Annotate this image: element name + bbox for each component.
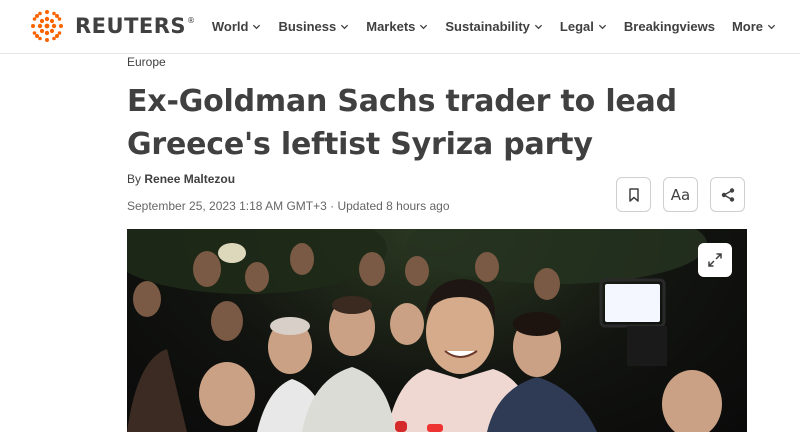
byline: By Renee Maltezou: [127, 172, 235, 186]
nav-item-world[interactable]: World: [212, 19, 262, 34]
nav-item-legal[interactable]: Legal: [560, 19, 607, 34]
chevron-down-icon: [341, 24, 349, 30]
author-link[interactable]: Renee Maltezou: [144, 172, 235, 186]
nav-label: Business: [278, 19, 337, 34]
bookmark-button[interactable]: [616, 177, 651, 212]
text-size-button[interactable]: Aa: [663, 177, 698, 212]
nav-label: Legal: [559, 19, 594, 34]
chevron-down-icon: [420, 24, 428, 30]
nav-label: Breakingviews: [623, 19, 715, 34]
nav-label: World: [211, 19, 249, 34]
main-nav: World Business Markets Sustainability Le…: [195, 0, 776, 53]
reuters-logo-mark: [31, 10, 63, 42]
expand-image-button[interactable]: [698, 243, 732, 277]
reuters-logo[interactable]: REUTERS®: [27, 6, 196, 46]
article-headline: Ex-Goldman Sachs trader to lead Greece's…: [127, 84, 677, 162]
section-link-europe[interactable]: Europe: [127, 55, 166, 69]
nav-label: Sustainability: [445, 19, 530, 34]
crowd-photo: [127, 229, 722, 432]
share-button[interactable]: [710, 177, 745, 212]
byline-prefix: By: [127, 172, 142, 186]
nav-label: Markets: [366, 19, 416, 34]
text-size-label: Aa: [670, 185, 691, 204]
nav-item-markets[interactable]: Markets: [366, 19, 428, 34]
share-icon: [721, 187, 734, 202]
nav-item-more[interactable]: More: [732, 19, 776, 34]
chevron-down-icon: [598, 24, 606, 30]
chevron-down-icon: [253, 24, 261, 30]
article-dateline: September 25, 2023 1:18 AM GMT+3 · Updat…: [127, 199, 450, 213]
nav-item-breakingviews[interactable]: Breakingviews: [624, 19, 715, 34]
nav-item-sustainability[interactable]: Sustainability: [445, 19, 543, 34]
nav-item-business[interactable]: Business: [278, 19, 349, 34]
reuters-wordmark: REUTERS®: [75, 14, 196, 38]
bookmark-icon: [628, 187, 639, 202]
site-header: REUTERS® World Business Markets Sustaina…: [0, 0, 800, 54]
expand-icon: [708, 253, 722, 267]
chevron-down-icon: [767, 24, 776, 30]
nav-label: More: [731, 19, 763, 34]
chevron-down-icon: [534, 24, 543, 30]
brand-name: REUTERS: [75, 14, 187, 38]
article-lead-image[interactable]: [127, 229, 747, 432]
